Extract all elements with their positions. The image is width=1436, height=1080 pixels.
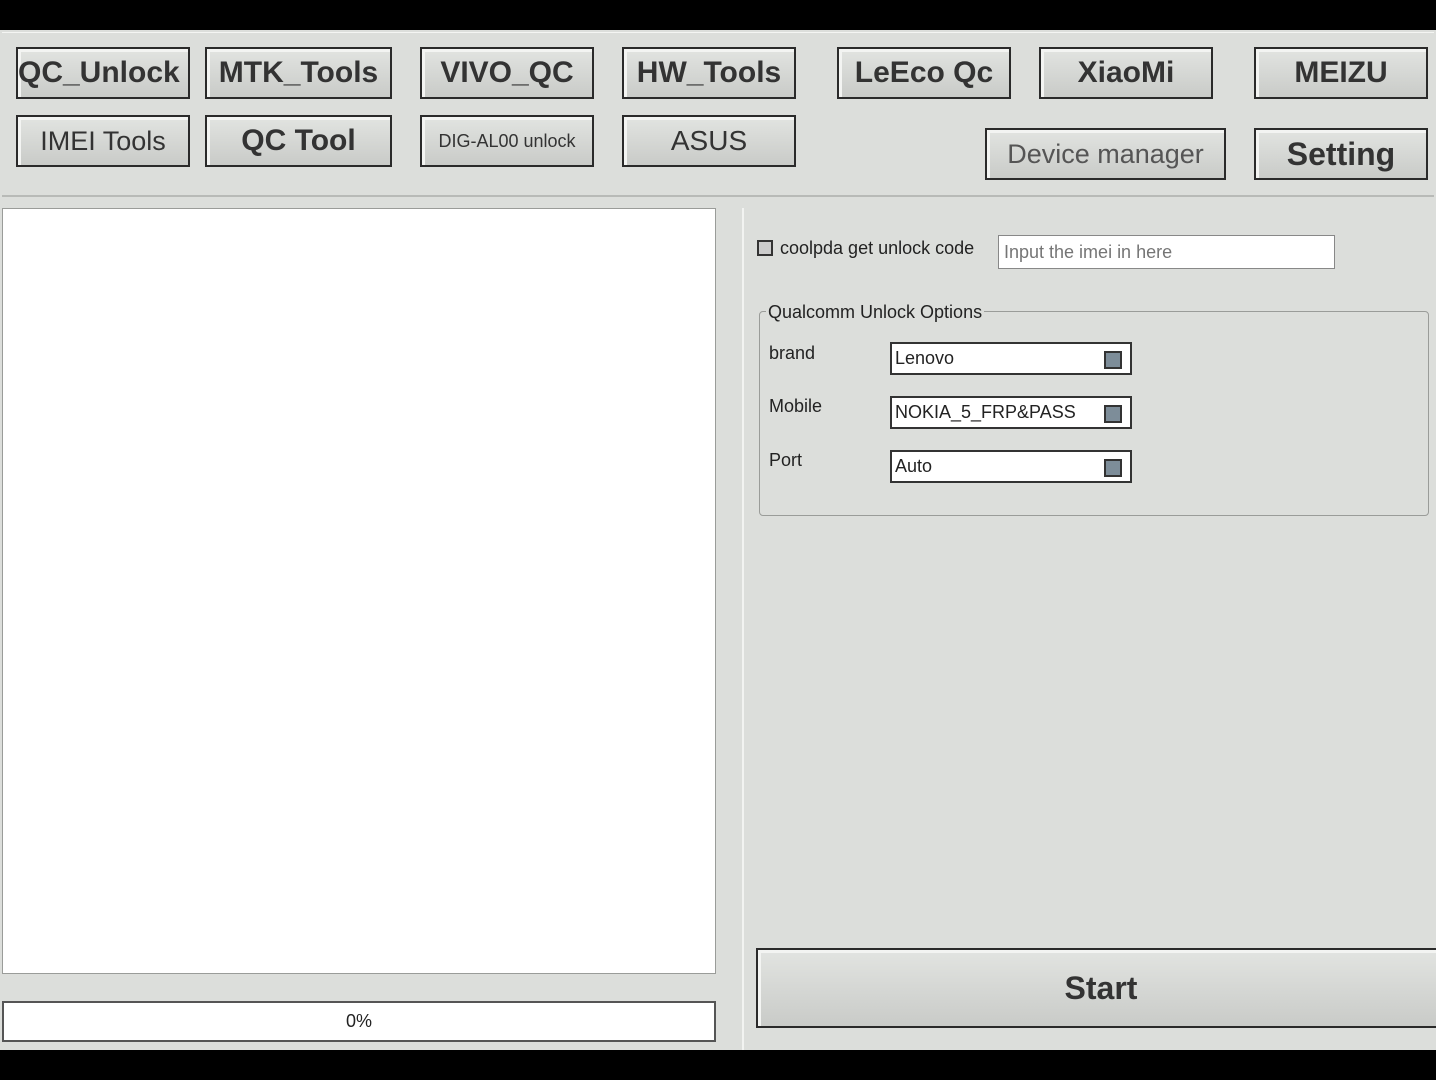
right-panel <box>742 208 1436 1050</box>
setting-button[interactable]: Setting <box>1254 128 1428 180</box>
dig-al00-unlock-button[interactable]: DIG-AL00 unlock <box>420 115 594 167</box>
mobile-select[interactable]: NOKIA_5_FRP&PASS <box>890 396 1132 429</box>
coolpda-label: coolpda get unlock code <box>780 238 975 258</box>
progress-bar: 0% <box>2 1001 716 1042</box>
qc-unlock-button[interactable]: QC_Unlock <box>16 47 190 99</box>
device-manager-button[interactable]: Device manager <box>985 128 1226 180</box>
port-label: Port <box>769 450 803 470</box>
port-value: Auto <box>895 456 933 476</box>
imei-tools-button[interactable]: IMEI Tools <box>16 115 190 167</box>
mobile-label: Mobile <box>769 396 823 416</box>
brand-value: Lenovo <box>895 348 955 368</box>
mobile-value: NOKIA_5_FRP&PASS <box>895 402 1076 422</box>
qualcomm-options-title: Qualcomm Unlock Options <box>766 302 985 323</box>
asus-button[interactable]: ASUS <box>622 115 796 167</box>
brand-select[interactable]: Lenovo <box>890 342 1132 375</box>
port-select[interactable]: Auto <box>890 450 1132 483</box>
dropdown-arrow-icon[interactable] <box>1104 351 1122 369</box>
mtk-tools-button[interactable]: MTK_Tools <box>205 47 392 99</box>
qc-tool-button[interactable]: QC Tool <box>205 115 392 167</box>
coolpda-checkbox[interactable] <box>757 240 773 256</box>
imei-input[interactable] <box>998 235 1335 269</box>
log-output[interactable] <box>2 208 716 974</box>
dropdown-arrow-icon[interactable] <box>1104 405 1122 423</box>
start-button[interactable]: Start <box>756 948 1436 1028</box>
leeco-qc-button[interactable]: LeEco Qc <box>837 47 1011 99</box>
hw-tools-button[interactable]: HW_Tools <box>622 47 796 99</box>
dropdown-arrow-icon[interactable] <box>1104 459 1122 477</box>
progress-label: 0% <box>345 1011 372 1031</box>
brand-label: brand <box>769 343 816 363</box>
meizu-button[interactable]: MEIZU <box>1254 47 1428 99</box>
xiaomi-button[interactable]: XiaoMi <box>1039 47 1213 99</box>
vivo-qc-button[interactable]: VIVO_QC <box>420 47 594 99</box>
